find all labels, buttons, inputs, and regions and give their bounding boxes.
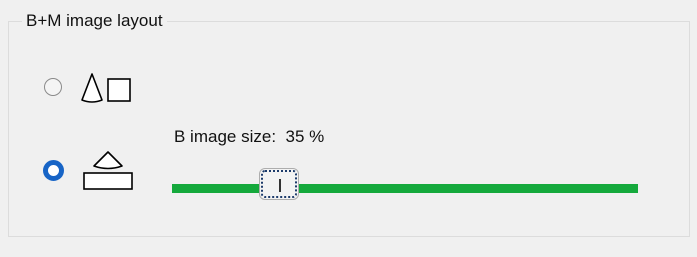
group-title: B+M image layout: [22, 10, 167, 32]
triangle-square-side-by-side-icon: [80, 72, 136, 111]
groupbox-border: [8, 21, 690, 237]
b-image-size-label: B image size: 35 %: [174, 127, 325, 146]
b-image-size-slider[interactable]: [172, 168, 638, 200]
bm-image-layout-panel: B+M image layout B image size: 35 %: [0, 0, 697, 257]
triangle-over-rectangle-icon: [82, 150, 136, 197]
radio-stacked[interactable]: [43, 160, 64, 181]
slider-track[interactable]: [172, 184, 638, 193]
slider-thumb-grip-icon: [279, 179, 281, 192]
slider-thumb[interactable]: [259, 168, 300, 200]
radio-side-by-side[interactable]: [44, 78, 62, 96]
